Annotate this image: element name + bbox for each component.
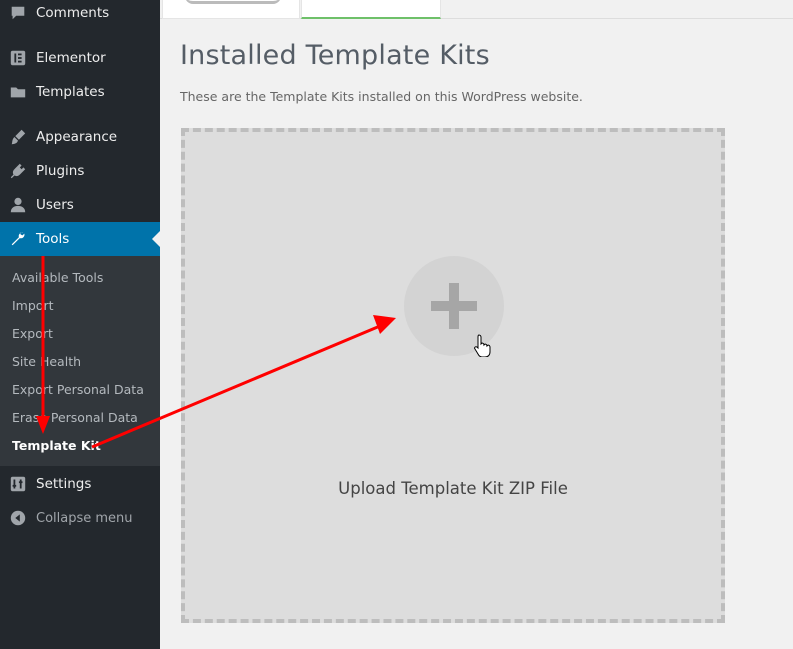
collapse-icon — [9, 509, 27, 527]
upload-label: Upload Template Kit ZIP File — [338, 479, 568, 498]
user-icon — [9, 196, 27, 214]
submenu-item-site-health[interactable]: Site Health — [12, 347, 81, 375]
comments-icon — [9, 4, 27, 22]
menu-label: Plugins — [36, 163, 85, 179]
wrench-icon — [9, 230, 27, 248]
menu-item-appearance[interactable]: Appearance — [0, 120, 160, 154]
menu-item-templates[interactable]: Templates — [0, 75, 160, 109]
page-description: These are the Template Kits installed on… — [180, 89, 583, 104]
folder-icon — [9, 83, 27, 101]
main-content: Installed Template Kits These are the Te… — [160, 0, 793, 649]
tools-submenu: Available Tools Import Export Site Healt… — [0, 256, 160, 466]
submenu-item-template-kit[interactable]: Template Kit — [12, 431, 101, 459]
submenu-item-import[interactable]: Import — [12, 291, 54, 319]
top-tabs — [160, 0, 793, 19]
submenu-item-export[interactable]: Export — [12, 319, 53, 347]
menu-item-plugins[interactable]: Plugins — [0, 154, 160, 188]
menu-item-users[interactable]: Users — [0, 188, 160, 222]
menu-item-settings[interactable]: Settings — [0, 467, 160, 501]
menu-label: Appearance — [36, 129, 118, 145]
paintbrush-icon — [9, 128, 27, 146]
menu-item-comments[interactable]: Comments — [0, 0, 160, 30]
active-pointer — [152, 231, 160, 247]
wp-admin-screen: Comments Elementor Templates Appearance — [0, 0, 793, 649]
menu-item-elementor[interactable]: Elementor — [0, 41, 160, 75]
menu-label: Tools — [36, 231, 70, 247]
menu-item-tools[interactable]: Tools — [0, 222, 160, 256]
submenu-item-available-tools[interactable]: Available Tools — [12, 263, 103, 291]
menu-label: Users — [36, 197, 74, 213]
plugin-icon — [9, 162, 27, 180]
menu-label: Elementor — [36, 50, 106, 66]
submenu-item-erase-personal-data[interactable]: Erase Personal Data — [12, 403, 138, 431]
admin-sidebar: Comments Elementor Templates Appearance — [0, 0, 160, 649]
plus-icon — [431, 283, 477, 329]
elementor-icon — [9, 49, 27, 67]
tab-previous[interactable] — [162, 0, 300, 19]
page-title: Installed Template Kits — [180, 40, 490, 71]
submenu-item-export-personal-data[interactable]: Export Personal Data — [12, 375, 144, 403]
menu-label: Comments — [36, 5, 110, 21]
tab-label-cropped — [185, 0, 281, 4]
tab-current[interactable] — [301, 0, 441, 19]
upload-dropzone[interactable]: Upload Template Kit ZIP File — [181, 128, 725, 623]
menu-label: Settings — [36, 476, 92, 492]
settings-icon — [9, 475, 27, 493]
hand-cursor-icon — [474, 334, 491, 357]
collapse-menu-button[interactable]: Collapse menu — [0, 501, 160, 535]
menu-label: Templates — [36, 84, 105, 100]
collapse-label: Collapse menu — [36, 510, 133, 526]
